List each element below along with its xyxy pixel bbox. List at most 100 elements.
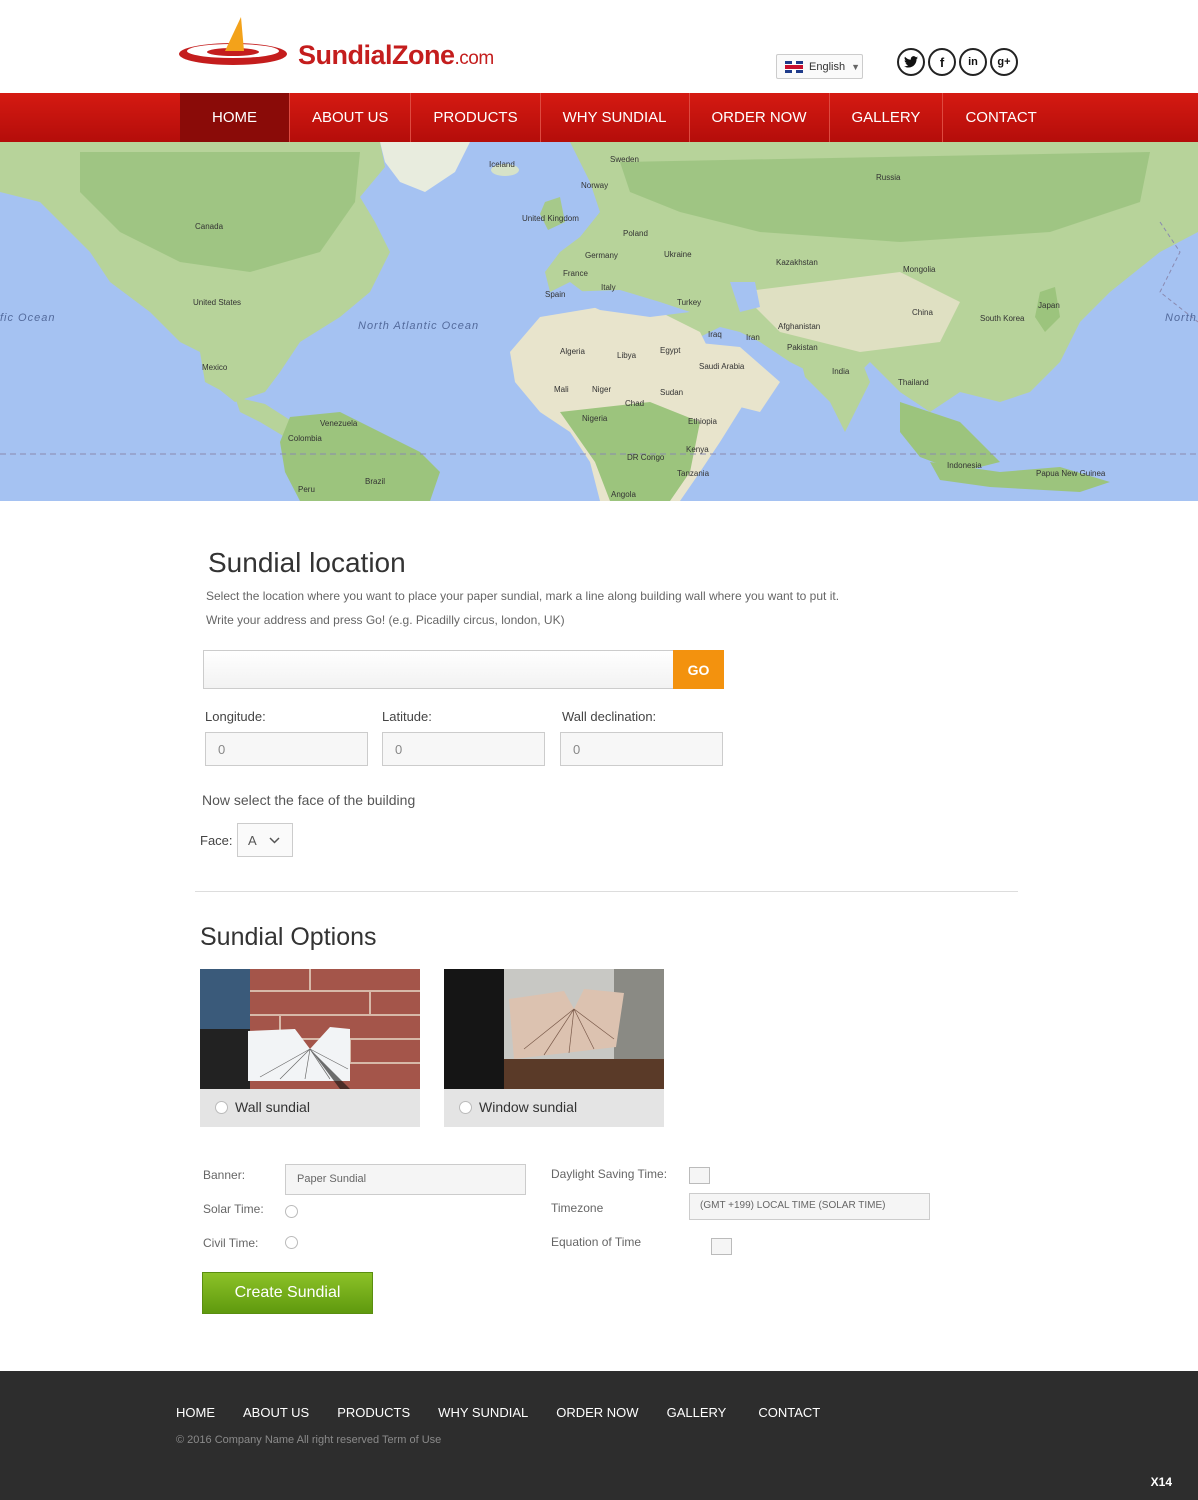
location-description: Select the location where you want to pl… <box>206 589 840 603</box>
language-label: English <box>809 60 846 73</box>
civil-time-radio[interactable] <box>285 1236 298 1249</box>
twitter-icon[interactable] <box>897 48 925 76</box>
window-sundial-option[interactable]: Window sundial <box>459 1099 577 1115</box>
create-sundial-button[interactable]: Create Sundial <box>202 1272 373 1314</box>
map-label-chad: Chad <box>625 399 645 408</box>
facebook-icon[interactable]: f <box>928 48 956 76</box>
banner-label: Banner: <box>203 1168 246 1182</box>
face-select[interactable]: A <box>237 823 293 857</box>
solar-time-label: Solar Time: <box>203 1202 264 1216</box>
map-label-indonesia: Indonesia <box>947 461 982 470</box>
chevron-down-icon: ▼ <box>851 61 860 72</box>
footer-nav-products[interactable]: PRODUCTS <box>337 1405 410 1420</box>
civil-time-label: Civil Time: <box>203 1236 259 1250</box>
wall-sundial-photo <box>200 969 420 1089</box>
map-label-ethiopia: Ethiopia <box>688 417 717 426</box>
main-nav: HOME ABOUT US PRODUCTS WHY SUNDIAL ORDER… <box>0 93 1198 142</box>
map-label-iran: Iran <box>746 333 760 342</box>
map-label-italy: Italy <box>601 283 616 292</box>
chevron-down-icon <box>269 836 280 844</box>
wall-declination-input[interactable]: 0 <box>560 732 723 766</box>
wall-sundial-card[interactable]: Wall sundial <box>200 969 420 1127</box>
copyright: © 2016 Company Name All right reserved T… <box>176 1434 442 1446</box>
nav-order-now[interactable]: ORDER NOW <box>690 93 830 142</box>
nav-gallery[interactable]: GALLERY <box>830 93 944 142</box>
nav-contact[interactable]: CONTACT <box>943 93 1058 142</box>
face-label: Face: <box>200 833 233 848</box>
map-label-iraq: Iraq <box>708 330 722 339</box>
map-label-egypt: Egypt <box>660 346 681 355</box>
map-label-mali: Mali <box>554 385 569 394</box>
address-input[interactable] <box>203 650 673 689</box>
brand-name: SundialZone.com <box>298 40 494 71</box>
map-label-japan: Japan <box>1038 301 1060 310</box>
map-label-brazil: Brazil <box>365 477 386 486</box>
map-label-ukraine: Ukraine <box>664 250 692 259</box>
map-label-saudi-arabia: Saudi Arabia <box>699 362 745 371</box>
wall-sundial-radio[interactable] <box>215 1100 228 1114</box>
location-instructions: Write your address and press Go! (e.g. P… <box>206 613 565 627</box>
map-label-sweden: Sweden <box>610 155 639 164</box>
nav-why-sundial[interactable]: WHY SUNDIAL <box>541 93 690 142</box>
banner-input[interactable]: Paper Sundial <box>285 1164 526 1195</box>
go-button[interactable]: GO <box>673 650 724 689</box>
map-label-iceland: Iceland <box>489 160 515 169</box>
map-label-afghanistan: Afghanistan <box>778 322 821 331</box>
language-select[interactable]: English ▼ <box>776 54 863 79</box>
footer-nav-about[interactable]: ABOUT US <box>243 1405 309 1420</box>
brand-wordmark: SundialZone <box>298 40 455 70</box>
map-label-sudan: Sudan <box>660 388 684 397</box>
site-header: SundialZone.com English ▼ f in g+ <box>0 0 1198 93</box>
section-divider <box>195 891 1018 892</box>
footer-nav-contact[interactable]: CONTACT <box>758 1405 820 1420</box>
nav-about[interactable]: ABOUT US <box>290 93 412 142</box>
window-sundial-photo <box>444 969 664 1089</box>
dst-label: Daylight Saving Time: <box>551 1167 668 1181</box>
timezone-select[interactable]: (GMT +199) LOCAL TIME (SOLAR TIME) <box>689 1193 930 1220</box>
map-label-kenya: Kenya <box>686 445 709 454</box>
brand-suffix: .com <box>454 48 495 69</box>
nav-home[interactable]: HOME <box>180 93 290 142</box>
map-label-norway: Norway <box>581 181 609 190</box>
google-plus-icon[interactable]: g+ <box>990 48 1018 76</box>
nav-products[interactable]: PRODUCTS <box>411 93 541 142</box>
map-label-india: India <box>832 367 850 376</box>
map-label-germany: Germany <box>585 251 618 260</box>
map-label-algeria: Algeria <box>560 347 585 356</box>
sundial-logo-icon <box>179 17 287 65</box>
linkedin-icon[interactable]: in <box>959 48 987 76</box>
section-title-location: Sundial location <box>208 547 406 578</box>
window-sundial-card[interactable]: Window sundial <box>444 969 664 1127</box>
social-links: f in g+ <box>897 48 1018 76</box>
equation-of-time-checkbox[interactable] <box>711 1238 732 1255</box>
footer-nav-gallery[interactable]: GALLERY <box>667 1405 727 1420</box>
face-select-value: A <box>248 832 257 848</box>
site-logo[interactable]: SundialZone.com <box>178 14 508 74</box>
map-label-peru: Peru <box>298 485 315 494</box>
latitude-input[interactable]: 0 <box>382 732 545 766</box>
map-label-nigeria: Nigeria <box>582 414 608 423</box>
wall-declination-label: Wall declination: <box>562 709 657 724</box>
dst-checkbox[interactable] <box>689 1167 710 1184</box>
map-label-venezuela: Venezuela <box>320 419 358 428</box>
world-map[interactable]: Iceland Sweden Norway Russia Canada Unit… <box>0 142 1198 501</box>
map-label-france: France <box>563 269 588 278</box>
map-label-uk: United Kingdom <box>522 214 579 223</box>
map-label-canada: Canada <box>195 222 224 231</box>
map-label-libya: Libya <box>617 351 637 360</box>
wall-sundial-option[interactable]: Wall sundial <box>215 1099 310 1115</box>
map-label-niger: Niger <box>592 385 612 394</box>
map-label-thailand: Thailand <box>898 378 929 387</box>
footer-nav-order-now[interactable]: ORDER NOW <box>556 1405 638 1420</box>
solar-time-radio[interactable] <box>285 1205 298 1218</box>
map-label-dr-congo: DR Congo <box>627 453 665 462</box>
footer-nav-home[interactable]: HOME <box>176 1405 215 1420</box>
map-label-pakistan: Pakistan <box>787 343 818 352</box>
map-label-tanzania: Tanzania <box>677 469 710 478</box>
longitude-input[interactable]: 0 <box>205 732 368 766</box>
map-label-mongolia: Mongolia <box>903 265 936 274</box>
window-sundial-radio[interactable] <box>459 1100 472 1114</box>
map-label-spain: Spain <box>545 290 566 299</box>
footer-nav-why-sundial[interactable]: WHY SUNDIAL <box>438 1405 528 1420</box>
map-label-united-states: United States <box>193 298 242 307</box>
